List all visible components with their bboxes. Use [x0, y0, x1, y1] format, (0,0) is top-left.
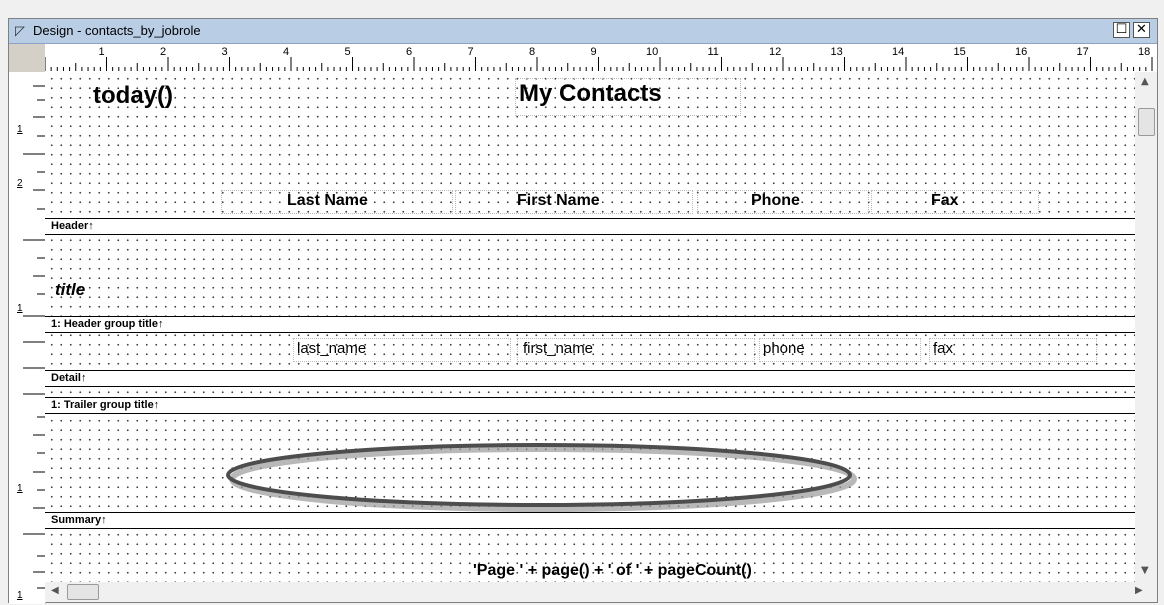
vruler-mark-2: 2 — [17, 178, 23, 189]
close-button[interactable]: ✕ — [1133, 22, 1150, 38]
col-header-first-name[interactable]: First Name — [517, 192, 600, 210]
restore-button[interactable]: ☐ — [1113, 22, 1130, 38]
ruler-label: 17 — [1076, 46, 1089, 58]
today-expression[interactable]: today() — [93, 82, 173, 110]
window-title: Design - contacts_by_jobrole — [33, 23, 201, 38]
header-band-bar[interactable]: Header↑ — [45, 218, 1135, 235]
vertical-scrollbar[interactable]: ▲ ▼ — [1135, 72, 1157, 582]
ruler-label: 1 — [98, 46, 105, 58]
ruler-label: 16 — [1015, 46, 1028, 58]
ruler-label: 9 — [590, 46, 597, 58]
ruler-label: 11 — [707, 46, 719, 58]
col-header-phone[interactable]: Phone — [751, 192, 800, 210]
vertical-ruler: 1 2 1 1 1 — [9, 72, 46, 604]
ruler-label: 10 — [646, 46, 659, 58]
vruler-summary-mark: 1 — [17, 483, 23, 494]
ruler-label: 13 — [830, 46, 843, 58]
summary-band-bar[interactable]: Summary↑ — [45, 512, 1135, 529]
ruler-label: 8 — [529, 46, 536, 58]
detail-band-bar[interactable]: Detail↑ — [45, 370, 1135, 387]
detail-field-last-name[interactable]: last_name — [297, 340, 366, 357]
field-box-fax — [929, 338, 1097, 362]
vruler-footer-mark: 1 — [17, 590, 23, 601]
page-count-expression[interactable]: 'Page ' + page() + ' of ' + pageCount() — [473, 562, 752, 580]
report-design-canvas[interactable]: today() My Contacts Last Name First Name… — [45, 72, 1135, 582]
scroll-left-icon[interactable]: ◀ — [51, 585, 59, 596]
detail-field-first-name[interactable]: first_name — [523, 340, 593, 357]
horizontal-ruler: 1 2 3 4 5 6 7 8 9 10 11 12 13 14 15 16 17 18 — [45, 44, 1157, 73]
ruler-ticks — [45, 57, 1153, 71]
col-header-last-name[interactable]: Last Name — [287, 192, 368, 210]
horizontal-scrollbar[interactable]: ◀ ▶ — [45, 582, 1157, 602]
ruler-label: 18 — [1138, 46, 1151, 58]
detail-field-phone[interactable]: phone — [763, 340, 805, 357]
ruler-label: 6 — [406, 46, 413, 58]
scroll-right-icon[interactable]: ▶ — [1135, 585, 1143, 596]
ruler-label: 15 — [953, 46, 966, 58]
scroll-up-icon[interactable]: ▲ — [1141, 76, 1149, 87]
horizontal-scroll-thumb[interactable] — [67, 584, 99, 600]
ruler-label: 2 — [160, 46, 167, 58]
vruler-mark-1: 1 — [17, 124, 23, 135]
design-window-icon: ◸ — [15, 23, 25, 38]
design-window: ◸ Design - contacts_by_jobrole ☐ ✕ 12345… — [8, 18, 1158, 604]
vertical-ruler-ticks — [23, 85, 45, 589]
group-title-field[interactable]: title — [55, 280, 85, 300]
ruler-label: 12 — [769, 46, 782, 58]
ellipse-shape[interactable] — [225, 440, 865, 520]
vertical-scroll-thumb[interactable] — [1138, 108, 1155, 136]
detail-field-fax[interactable]: fax — [933, 340, 953, 357]
window-titlebar[interactable]: ◸ Design - contacts_by_jobrole ☐ ✕ — [9, 19, 1157, 44]
col-header-fax[interactable]: Fax — [931, 192, 959, 210]
report-title[interactable]: My Contacts — [519, 80, 662, 108]
group-trailer-band-bar[interactable]: 1: Trailer group title↑ — [45, 397, 1135, 414]
vruler-group-mark: 1 — [17, 303, 23, 314]
ruler-label: 7 — [467, 46, 474, 58]
ruler-label: 14 — [892, 46, 905, 58]
scroll-down-icon[interactable]: ▼ — [1141, 565, 1149, 576]
ruler-label: 4 — [283, 46, 290, 58]
ruler-label: 5 — [344, 46, 351, 58]
ruler-label: 3 — [221, 46, 228, 58]
group-header-band-bar[interactable]: 1: Header group title↑ — [45, 316, 1135, 333]
